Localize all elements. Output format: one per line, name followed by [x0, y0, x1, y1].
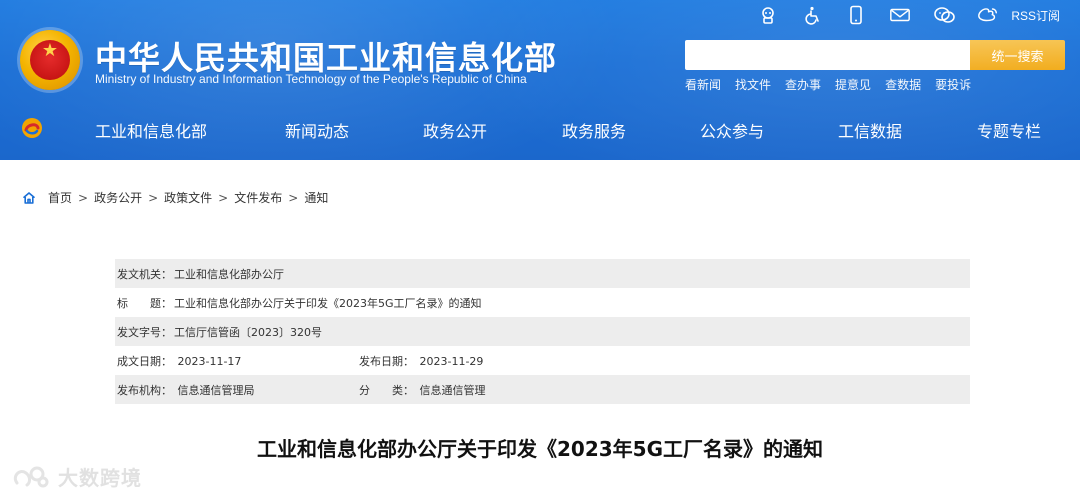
- title-value: 工业和信息化部办公厅关于印发《2023年5G工厂名录》的通知: [174, 296, 482, 310]
- watermark: 大数跨境: [10, 462, 142, 491]
- quick-link-data[interactable]: 查数据: [885, 76, 921, 93]
- date-published: 发布日期： 2023-11-29: [357, 353, 483, 369]
- quick-link-files[interactable]: 找文件: [735, 76, 771, 93]
- national-emblem: ★: [20, 30, 80, 90]
- accessibility-robot-icon-svg: [762, 7, 775, 24]
- main-navigation: 工业和信息化部 新闻动态 政务公开 政务服务 公众参与 工信数据 专题专栏: [0, 104, 1080, 160]
- mail-icon-svg: [890, 8, 911, 22]
- site-subtitle: Ministry of Industry and Information Tec…: [95, 72, 527, 86]
- nav-item-participation[interactable]: 公众参与: [700, 118, 764, 142]
- site-logo-icon: [20, 116, 44, 140]
- document-info-table: 发文机关： 工业和信息化部办公厅 标 题： 工业和信息化部办公厅关于印发《202…: [115, 259, 970, 404]
- mail-icon[interactable]: [889, 4, 911, 26]
- article-title: 工业和信息化部办公厅关于印发《2023年5G工厂名录》的通知: [257, 437, 823, 461]
- wechat-icon-svg: [934, 7, 956, 23]
- breadcrumb-separator: >: [148, 190, 159, 205]
- site-logo-icon-svg: [22, 118, 42, 138]
- home-icon: [22, 191, 36, 205]
- doc-no-value: 工信厅信管函〔2023〕320号: [174, 325, 322, 339]
- date-created-label: 成文日期：: [117, 354, 172, 368]
- quick-link-feedback[interactable]: 提意见: [835, 76, 871, 93]
- info-row-doc-no: 发文字号： 工信厅信管函〔2023〕320号: [115, 317, 970, 346]
- quick-link-news[interactable]: 看新闻: [685, 76, 721, 93]
- home-icon-svg: [23, 191, 35, 204]
- date-published-label: 发布日期：: [359, 354, 414, 368]
- breadcrumb-policy-files[interactable]: 政策文件: [164, 189, 212, 206]
- info-row-dates: 成文日期： 2023-11-17 发布日期： 2023-11-29: [115, 346, 970, 375]
- issuer-value: 工业和信息化部办公厅: [174, 267, 284, 281]
- breadcrumb-notice[interactable]: 通知: [304, 189, 328, 206]
- nav-item-miit[interactable]: 工业和信息化部: [95, 118, 207, 142]
- mobile-icon-svg: [850, 5, 863, 25]
- quick-links: 看新闻 找文件 查办事 提意见 查数据 要投诉: [685, 76, 971, 93]
- quick-link-services[interactable]: 查办事: [785, 76, 821, 93]
- breadcrumb-separator: >: [218, 190, 229, 205]
- accessibility-robot-icon[interactable]: [757, 4, 779, 26]
- wheelchair-icon-svg: [805, 6, 820, 25]
- breadcrumb: 首页 > 政务公开 > 政策文件 > 文件发布 > 通知: [22, 189, 328, 206]
- org: 发布机构： 信息通信管理局: [115, 382, 357, 398]
- nav-item-government-affairs[interactable]: 政务公开: [423, 118, 487, 142]
- nav-item-special-topics[interactable]: 专题专栏: [977, 118, 1041, 142]
- wechat-icon[interactable]: [933, 4, 956, 26]
- mobile-icon[interactable]: [845, 4, 867, 26]
- nav-item-news[interactable]: 新闻动态: [285, 118, 349, 142]
- nav-item-data[interactable]: 工信数据: [838, 118, 902, 142]
- category: 分 类： 信息通信管理: [357, 382, 486, 398]
- info-row-issuer: 发文机关： 工业和信息化部办公厅: [115, 259, 970, 288]
- issuer-label: 发文机关：: [117, 267, 172, 281]
- nav-item-services[interactable]: 政务服务: [562, 118, 626, 142]
- watermark-text: 大数跨境: [58, 466, 142, 490]
- title-label: 标 题：: [117, 296, 172, 310]
- breadcrumb-government-affairs[interactable]: 政务公开: [94, 189, 142, 206]
- search-button[interactable]: 统一搜索: [970, 40, 1065, 70]
- search-input[interactable]: [685, 40, 970, 70]
- wheelchair-icon[interactable]: [801, 4, 823, 26]
- date-created-value: 2023-11-17: [177, 354, 242, 368]
- category-value: 信息通信管理: [419, 383, 486, 397]
- breadcrumb-separator: >: [288, 190, 299, 205]
- site-header: ★ 中华人民共和国工业和信息化部 Ministry of Industry an…: [0, 0, 1080, 160]
- rss-link[interactable]: RSS订阅: [1011, 7, 1060, 24]
- quick-link-complaints[interactable]: 要投诉: [935, 76, 971, 93]
- org-label: 发布机构：: [117, 383, 172, 397]
- date-published-value: 2023-11-29: [419, 354, 484, 368]
- info-row-title: 标 题： 工业和信息化部办公厅关于印发《2023年5G工厂名录》的通知: [115, 288, 970, 317]
- category-label: 分 类：: [359, 383, 414, 397]
- breadcrumb-separator: >: [78, 190, 89, 205]
- weibo-icon-svg: [978, 8, 998, 22]
- watermark-logo-icon: [13, 466, 49, 487]
- date-created: 成文日期： 2023-11-17: [115, 353, 357, 369]
- site-search: 统一搜索: [685, 40, 1065, 70]
- org-value: 信息通信管理局: [177, 383, 255, 397]
- doc-no-label: 发文字号：: [117, 325, 172, 339]
- breadcrumb-home[interactable]: 首页: [48, 189, 72, 206]
- emblem-star-icon: ★: [41, 40, 59, 61]
- top-utility-icons: RSS订阅: [757, 2, 1060, 28]
- weibo-icon[interactable]: [977, 4, 999, 26]
- info-row-org-category: 发布机构： 信息通信管理局 分 类： 信息通信管理: [115, 375, 970, 404]
- breadcrumb-file-release[interactable]: 文件发布: [234, 189, 282, 206]
